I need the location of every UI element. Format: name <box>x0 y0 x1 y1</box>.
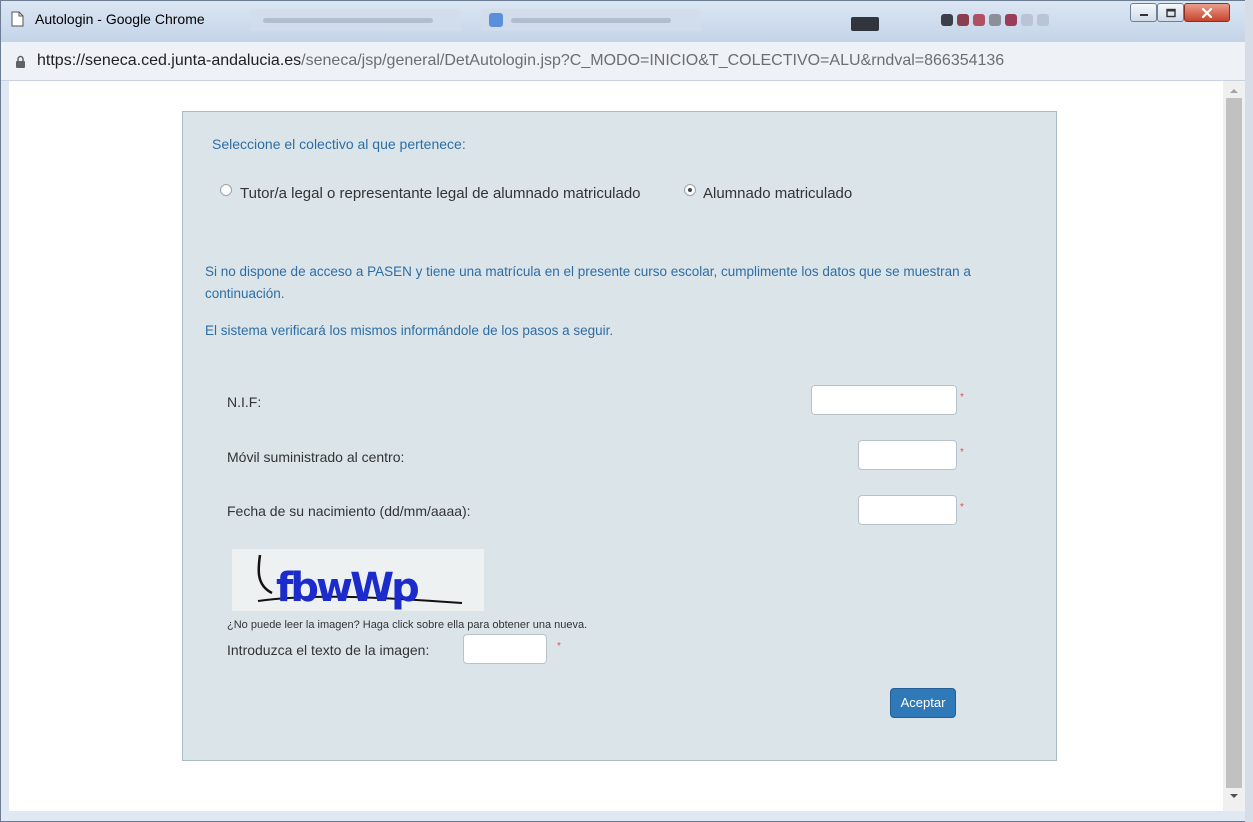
movil-required-marker: * <box>960 447 964 458</box>
captcha-label: Introduzca el texto de la imagen: <box>227 642 430 658</box>
info-text-pasen: Si no dispone de acceso a PASEN y tiene … <box>205 264 971 301</box>
background-browser-tabs <box>251 9 1071 31</box>
form-heading: Seleccione el colectivo al que pertenece… <box>212 136 466 152</box>
form-panel <box>182 111 1057 761</box>
captcha-text: fbwWp <box>276 565 418 611</box>
vertical-scrollbar[interactable] <box>1223 81 1245 811</box>
url-host: https://seneca.ced.junta-andalucia.es <box>37 52 302 69</box>
captcha-graphic: fbwWp <box>257 554 463 611</box>
page-icon <box>11 11 24 27</box>
close-icon <box>1201 7 1213 18</box>
info-text-verification: El sistema verificará los mismos informá… <box>205 323 614 338</box>
url-text[interactable]: https://seneca.ced.junta-andalucia.es/se… <box>37 52 1004 70</box>
fecha-required-marker: * <box>960 502 964 513</box>
window-edge <box>1245 0 1253 822</box>
minimize-icon <box>1139 13 1148 16</box>
maximize-icon <box>1165 8 1176 17</box>
nif-input[interactable] <box>811 385 957 415</box>
lock-icon <box>16 55 25 68</box>
window-title: Autologin - Google Chrome <box>35 11 205 27</box>
captcha-required-marker: * <box>557 641 561 652</box>
nif-label: N.I.F: <box>227 394 262 410</box>
nif-required-marker: * <box>960 392 964 403</box>
close-button[interactable] <box>1184 3 1230 22</box>
radio-tutor[interactable] <box>220 184 232 196</box>
fecha-label: Fecha de su nacimiento (dd/mm/aaaa): <box>227 503 471 519</box>
scroll-up-arrow-icon[interactable] <box>1229 87 1239 94</box>
captcha-hint: ¿No puede leer la imagen? Haga click sob… <box>227 619 588 631</box>
radio-alumnado-label[interactable]: Alumnado matriculado <box>703 185 852 202</box>
scroll-down-arrow-icon[interactable] <box>1229 793 1239 800</box>
title-bar: Autologin - Google Chrome <box>1 1 1252 41</box>
scrollbar-thumb[interactable] <box>1226 98 1242 788</box>
fecha-input[interactable] <box>858 495 957 525</box>
maximize-button[interactable] <box>1157 3 1184 22</box>
url-path: /seneca/jsp/general/DetAutologin.jsp?C_M… <box>301 52 1005 69</box>
radio-alumnado[interactable] <box>684 184 696 196</box>
movil-label: Móvil suministrado al centro: <box>227 449 405 465</box>
radio-tutor-label[interactable]: Tutor/a legal o representante legal de a… <box>240 185 641 202</box>
movil-input[interactable] <box>858 440 957 470</box>
minimize-button[interactable] <box>1130 3 1157 22</box>
captcha-input[interactable] <box>463 634 547 664</box>
accept-button[interactable]: Aceptar <box>890 688 956 718</box>
captcha-image[interactable]: fbwWp <box>232 549 484 611</box>
address-bar[interactable]: https://seneca.ced.junta-andalucia.es/se… <box>1 41 1252 81</box>
